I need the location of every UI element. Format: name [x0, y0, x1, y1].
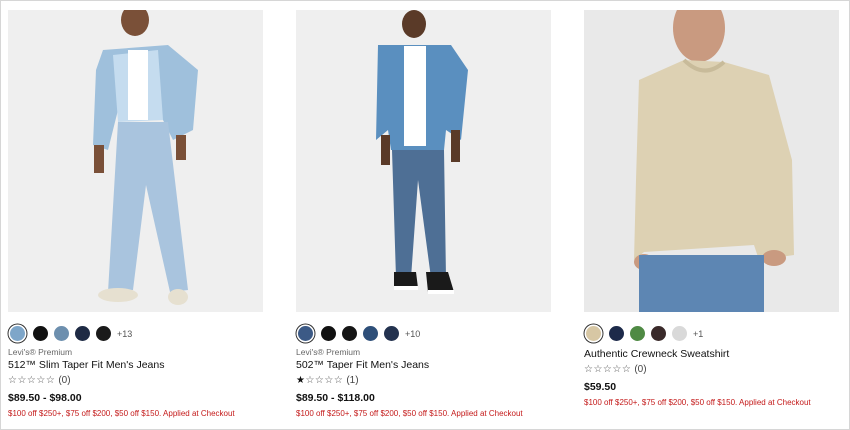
- product-name[interactable]: Authentic Crewneck Sweatshirt: [584, 348, 729, 360]
- color-swatch[interactable]: [321, 326, 336, 341]
- product-image[interactable]: [8, 10, 263, 312]
- promo-text: $100 off $250+, $75 off $200, $50 off $1…: [8, 409, 235, 418]
- color-swatch[interactable]: [630, 326, 645, 341]
- product-name[interactable]: 512™ Slim Taper Fit Men's Jeans: [8, 359, 164, 371]
- color-swatch[interactable]: [298, 326, 313, 341]
- star-rating-icon: ☆☆☆☆☆: [8, 375, 56, 386]
- color-swatch[interactable]: [651, 326, 666, 341]
- color-swatches: +1: [584, 326, 703, 341]
- color-swatch[interactable]: [54, 326, 69, 341]
- color-swatch[interactable]: [384, 326, 399, 341]
- color-swatches: +10: [296, 326, 420, 341]
- product-rating[interactable]: ☆☆☆☆☆ (0): [8, 375, 71, 386]
- promo-text: $100 off $250+, $75 off $200, $50 off $1…: [296, 409, 523, 418]
- color-swatches: +13: [8, 326, 132, 341]
- color-swatch[interactable]: [10, 326, 25, 341]
- color-swatch[interactable]: [33, 326, 48, 341]
- model-jeans-photo: [8, 10, 263, 312]
- review-count: (0): [634, 364, 647, 375]
- product-brand: Levi's® Premium: [8, 347, 73, 357]
- star-rating-icon: ★☆☆☆☆: [296, 375, 344, 386]
- color-swatch[interactable]: [363, 326, 378, 341]
- product-image[interactable]: [584, 10, 839, 312]
- product-image[interactable]: [296, 10, 551, 312]
- product-rating[interactable]: ★☆☆☆☆ (1): [296, 375, 359, 386]
- product-price: $89.50 - $98.00: [8, 392, 82, 404]
- color-swatch[interactable]: [586, 326, 601, 341]
- product-price: $59.50: [584, 381, 617, 393]
- promo-text: $100 off $250+, $75 off $200, $50 off $1…: [584, 398, 811, 407]
- star-rating-icon: ☆☆☆☆☆: [584, 364, 632, 375]
- model-jeans-photo: [296, 10, 551, 312]
- model-sweatshirt-photo: [584, 10, 839, 312]
- product-rating[interactable]: ☆☆☆☆☆ (0): [584, 364, 647, 375]
- color-swatch[interactable]: [75, 326, 90, 341]
- color-swatch[interactable]: [672, 326, 687, 341]
- more-colors-count[interactable]: +10: [405, 329, 420, 339]
- review-count: (1): [346, 375, 359, 386]
- product-grid: +13 Levi's® Premium 512™ Slim Taper Fit …: [0, 0, 850, 430]
- product-price: $89.50 - $118.00: [296, 392, 375, 404]
- more-colors-count[interactable]: +1: [693, 329, 703, 339]
- color-swatch[interactable]: [96, 326, 111, 341]
- product-name[interactable]: 502™ Taper Fit Men's Jeans: [296, 359, 429, 371]
- color-swatch[interactable]: [342, 326, 357, 341]
- more-colors-count[interactable]: +13: [117, 329, 132, 339]
- review-count: (0): [58, 375, 71, 386]
- product-brand: Levi's® Premium: [296, 347, 361, 357]
- color-swatch[interactable]: [609, 326, 624, 341]
